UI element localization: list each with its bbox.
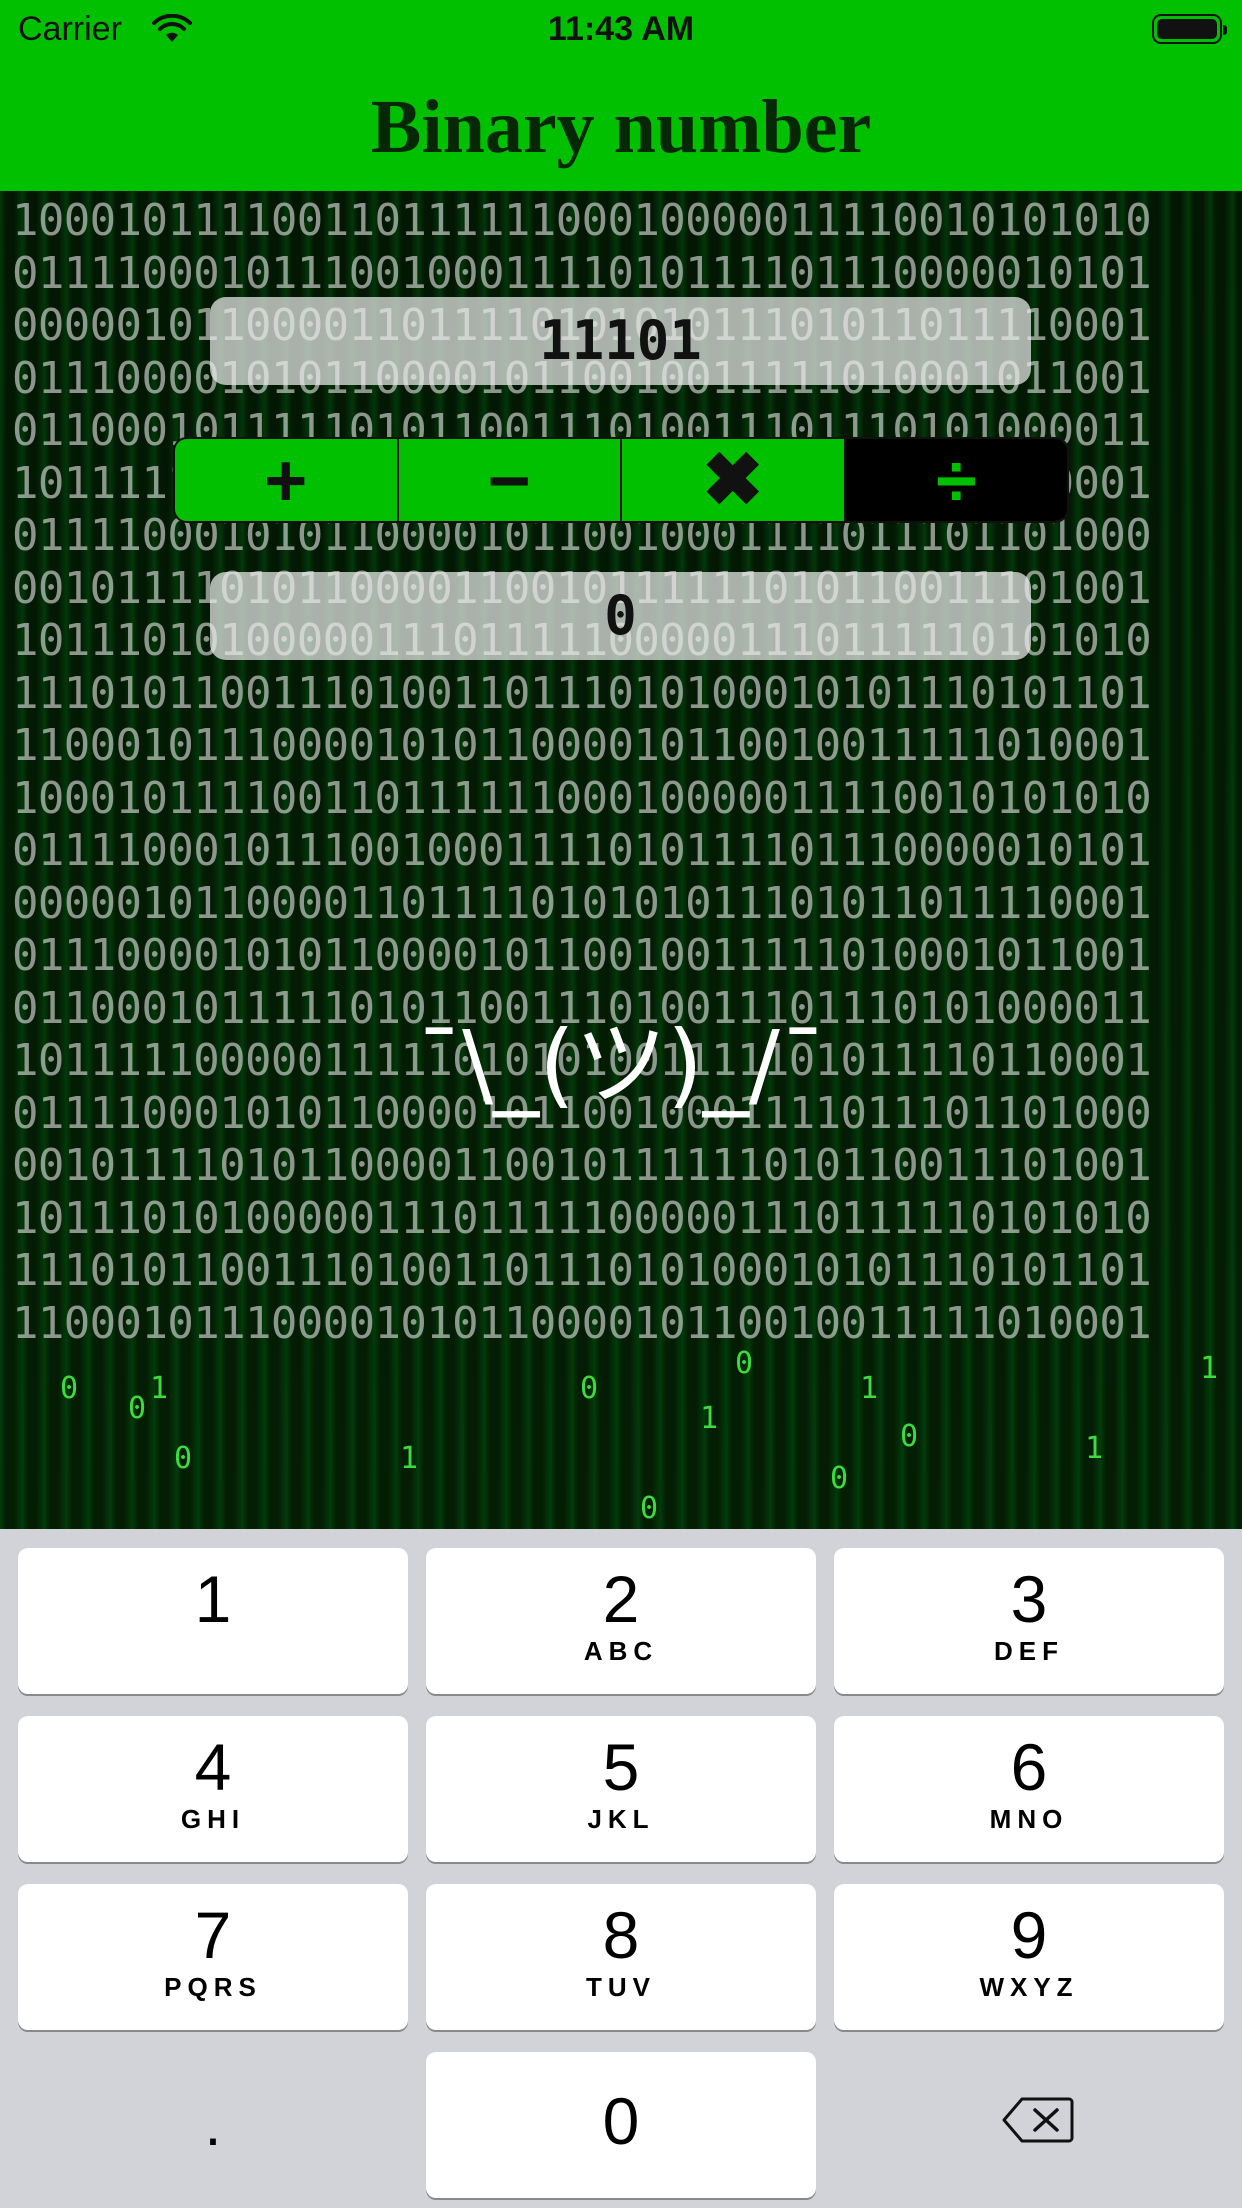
binary-row: 0111100010111001000111101011110111000001…	[12, 825, 1152, 876]
key-5[interactable]: 5 JKL	[426, 1716, 816, 1862]
divide-operation-button[interactable]: ÷	[845, 439, 1067, 521]
decimal-key[interactable]: .	[18, 2052, 408, 2198]
multiply-operation-button[interactable]: ✖	[622, 439, 846, 521]
key-2[interactable]: 2 ABC	[426, 1548, 816, 1694]
binary-row: 1100010111000010101100001011001001111101…	[12, 1297, 1152, 1349]
operation-segmented-control[interactable]: + − ✖ ÷	[173, 437, 1069, 523]
subtract-operation-button[interactable]: −	[398, 439, 622, 521]
key-8[interactable]: 8 TUV	[426, 1884, 816, 2030]
binary-row: 1000101111001101111110001000001111001010…	[12, 772, 1152, 824]
page-title: Binary number	[370, 85, 872, 169]
key-9[interactable]: 9 WXYZ	[834, 1884, 1224, 2030]
binary-row: 1110101100111010011011101010001010111010…	[12, 667, 1152, 719]
key-1[interactable]: 1	[18, 1548, 408, 1694]
key-7[interactable]: 7 PQRS	[18, 1884, 408, 2030]
navigation-bar: Carrier 11:43 AM Binary number	[0, 0, 1242, 191]
key-0[interactable]: 0	[426, 2052, 816, 2198]
second-number-input[interactable]: 0	[210, 572, 1031, 660]
result-label: ¯\_(ツ)_/¯	[416, 1011, 826, 1118]
binary-row: 1011101010000011101111100000111011111010…	[12, 1192, 1152, 1244]
binary-row: 0010111101011000011001011111101011001110…	[12, 1140, 1152, 1191]
binary-row: 0111100010111001000111101011110111000001…	[12, 247, 1152, 299]
binary-row: 1000101111001101111110001000001111001010…	[12, 195, 1152, 246]
key-4[interactable]: 4 GHI	[18, 1716, 408, 1862]
binary-row: 0111000010101100001011001001111101000101…	[12, 930, 1152, 981]
first-number-input[interactable]: 11101	[210, 297, 1031, 385]
battery-icon	[1152, 14, 1227, 44]
status-bar: Carrier 11:43 AM	[0, 0, 1242, 62]
status-time: 11:43 AM	[547, 10, 695, 48]
binary-row: 0000010110000110111101010101110101101111…	[12, 877, 1152, 929]
key-3[interactable]: 3 DEF	[834, 1548, 1224, 1694]
binary-row: 1100010111000010101100001011001001111101…	[12, 720, 1152, 771]
backspace-icon[interactable]	[1002, 2096, 1074, 2144]
binary-row: 1110101100111010011011101010001010111010…	[12, 1245, 1152, 1296]
add-operation-button[interactable]: +	[175, 439, 399, 521]
key-6[interactable]: 6 MNO	[834, 1716, 1224, 1862]
matrix-background: 1000101111001101111110001000001111001010…	[0, 191, 1242, 1529]
